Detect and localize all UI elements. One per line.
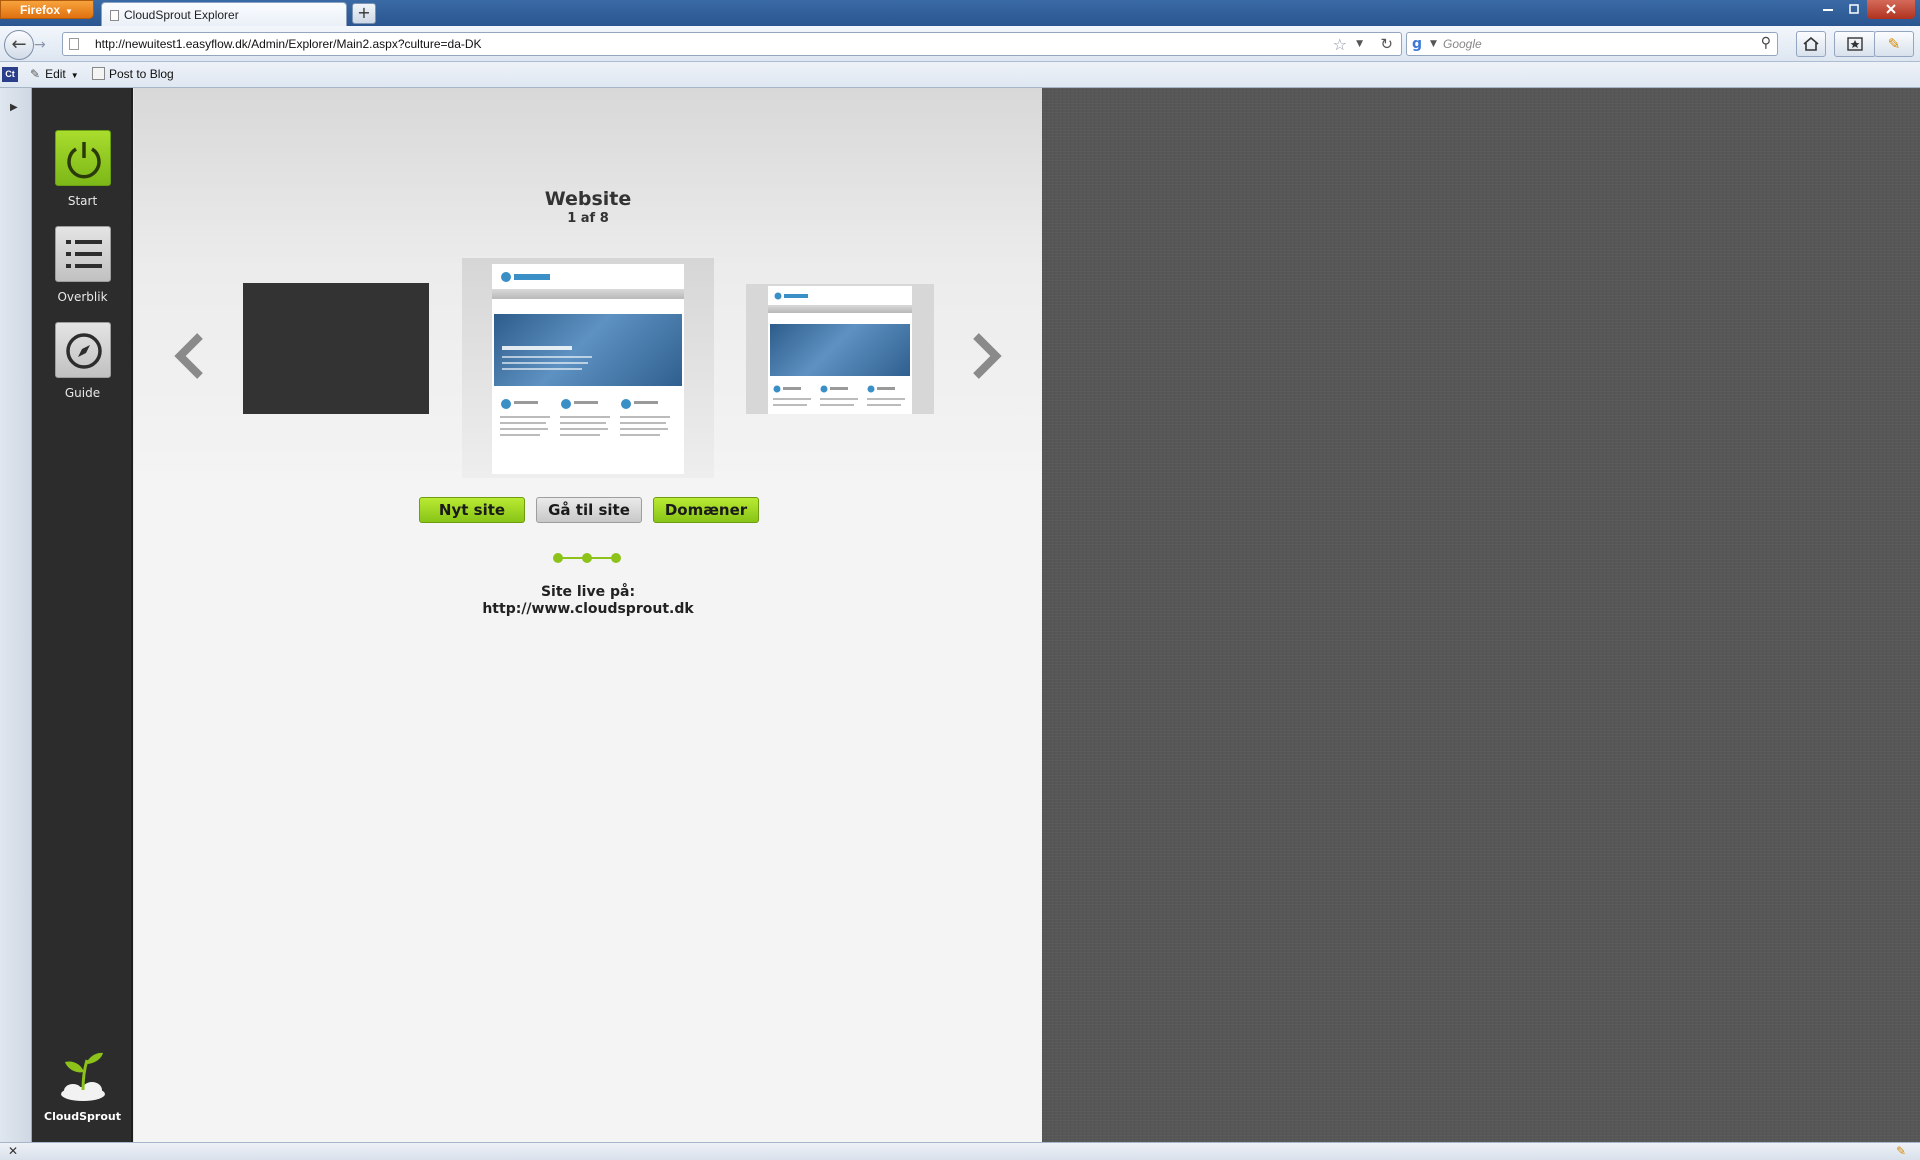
post-to-blog-bookmark[interactable]: Post to Blog — [92, 67, 174, 81]
close-icon — [1886, 4, 1896, 14]
blog-icon — [92, 67, 105, 80]
page-title: Website — [544, 188, 632, 210]
new-site-button[interactable]: Nyt site — [419, 497, 525, 523]
addon-button[interactable]: ✎ — [1874, 31, 1914, 57]
search-engine-dropdown-icon[interactable]: ▼ — [1430, 39, 1437, 49]
pager-dot[interactable] — [553, 553, 563, 563]
home-button[interactable] — [1796, 31, 1826, 57]
search-placeholder[interactable]: Google — [1443, 37, 1482, 51]
preview-logo-icon — [501, 272, 550, 282]
firefox-menu-button[interactable]: Firefox ▼ — [0, 0, 94, 19]
template-preview — [492, 264, 684, 474]
search-bar[interactable]: g ▼ Google ⚲ — [1406, 32, 1778, 56]
website-thumbnail-previous[interactable] — [243, 283, 429, 414]
addon-icon: ✎ — [1887, 35, 1901, 53]
site-live-label: Site live på: — [540, 584, 636, 600]
back-button[interactable]: ← — [4, 30, 34, 60]
close-window-button[interactable] — [1867, 0, 1915, 19]
preview-hero — [494, 314, 682, 386]
home-icon — [1803, 36, 1819, 51]
close-icon[interactable]: ✕ — [8, 1144, 18, 1158]
preview-hero — [770, 324, 910, 376]
post-to-blog-label: Post to Blog — [109, 67, 174, 81]
maximize-button[interactable] — [1841, 0, 1867, 19]
logo-label: CloudSprout — [44, 1110, 121, 1123]
bookmarks-bar: Ct ✎ Edit ▼ Post to Blog — [0, 62, 1920, 88]
domains-button[interactable]: Domæner — [653, 497, 759, 523]
ct-addon-icon[interactable]: Ct — [2, 67, 18, 82]
sprout-icon — [60, 1052, 105, 1101]
compass-icon — [65, 333, 102, 369]
status-bar: ✕ ✎ — [0, 1142, 1920, 1160]
forward-button[interactable]: → — [34, 35, 54, 55]
firefox-menu-label: Firefox — [20, 3, 61, 17]
site-identity-icon — [69, 38, 79, 50]
browser-tab[interactable]: CloudSprout Explorer — [101, 2, 347, 28]
expand-arrow-icon: ▶ — [10, 102, 18, 113]
dock-item-overview[interactable]: Overblik — [32, 226, 133, 304]
page-icon — [110, 10, 119, 21]
url-history-dropdown-icon[interactable]: ▼ — [1356, 39, 1363, 49]
pager-dot[interactable] — [582, 553, 592, 563]
preview-nav — [768, 305, 912, 313]
bookmarks-icon — [1847, 37, 1863, 51]
website-thumbnail-next[interactable] — [746, 284, 934, 414]
back-arrow-icon: ← — [11, 34, 27, 55]
edit-icon: ✎ — [30, 67, 41, 81]
chevron-down-icon: ▼ — [65, 7, 73, 16]
addon-icon[interactable]: ✎ — [1896, 1144, 1906, 1158]
bookmarks-button[interactable] — [1834, 31, 1876, 57]
dock-item-guide[interactable]: Guide — [32, 322, 133, 400]
linen-background — [1042, 88, 1920, 1142]
chevron-right-icon — [973, 333, 1002, 379]
dock-label-start: Start — [67, 194, 98, 208]
pager-indicator — [553, 552, 623, 564]
site-live-url[interactable]: http://www.cloudsprout.dk — [134, 601, 1042, 617]
template-preview-next — [768, 286, 912, 414]
navigation-bar: ← → http://newuitest1.easyflow.dk/Admin/… — [0, 26, 1920, 62]
app-dock: Start Overblik Guide CloudSprout — [32, 88, 133, 1142]
minimize-button[interactable] — [1815, 0, 1841, 19]
overview-tile[interactable] — [54, 226, 111, 282]
preview-columns — [498, 396, 678, 466]
forward-arrow-icon: → — [34, 37, 46, 53]
maximize-icon — [1849, 4, 1859, 14]
url-bar[interactable]: http://newuitest1.easyflow.dk/Admin/Expl… — [62, 32, 1402, 56]
guide-tile[interactable] — [54, 322, 111, 378]
star-bookmark-icon[interactable]: ☆ — [1333, 35, 1347, 54]
preview-columns-icon — [500, 399, 670, 436]
pager-dot[interactable] — [611, 553, 621, 563]
tab-title: CloudSprout Explorer — [124, 8, 239, 22]
sidebar-toggle[interactable]: ▶ — [0, 88, 32, 1142]
edit-bookmark[interactable]: ✎ Edit ▼ — [30, 67, 79, 81]
next-website-button[interactable] — [966, 326, 1006, 396]
preview-columns-icon — [773, 385, 905, 406]
google-icon[interactable]: g — [1412, 36, 1428, 52]
list-icon — [65, 240, 102, 268]
new-tab-button[interactable]: + — [352, 3, 376, 24]
chevron-down-icon: ▼ — [70, 71, 79, 80]
title-bar: Firefox ▼ CloudSprout Explorer + — [0, 0, 1920, 28]
website-panel: Website 1 af 8 Nyt site Gå til site Domæ… — [134, 88, 1042, 1142]
previous-website-button[interactable] — [170, 326, 210, 396]
preview-logo-icon — [774, 292, 808, 300]
preview-nav — [492, 289, 684, 299]
url-text[interactable]: http://newuitest1.easyflow.dk/Admin/Expl… — [95, 37, 482, 51]
dock-label-overview: Overblik — [57, 290, 108, 304]
reload-icon[interactable]: ↻ — [1380, 35, 1393, 53]
website-thumbnail-current[interactable] — [462, 258, 714, 478]
edit-label: Edit — [45, 67, 66, 81]
go-to-site-button[interactable]: Gå til site — [536, 497, 642, 523]
power-icon — [66, 142, 101, 179]
dock-label-guide: Guide — [64, 386, 101, 400]
search-icon[interactable]: ⚲ — [1761, 35, 1771, 51]
website-counter: 1 af 8 — [567, 211, 609, 226]
cloudsprout-logo: CloudSprout — [32, 1048, 133, 1123]
chevron-left-icon — [174, 333, 203, 379]
start-tile[interactable] — [54, 130, 111, 186]
dock-item-start[interactable]: Start — [32, 130, 133, 208]
